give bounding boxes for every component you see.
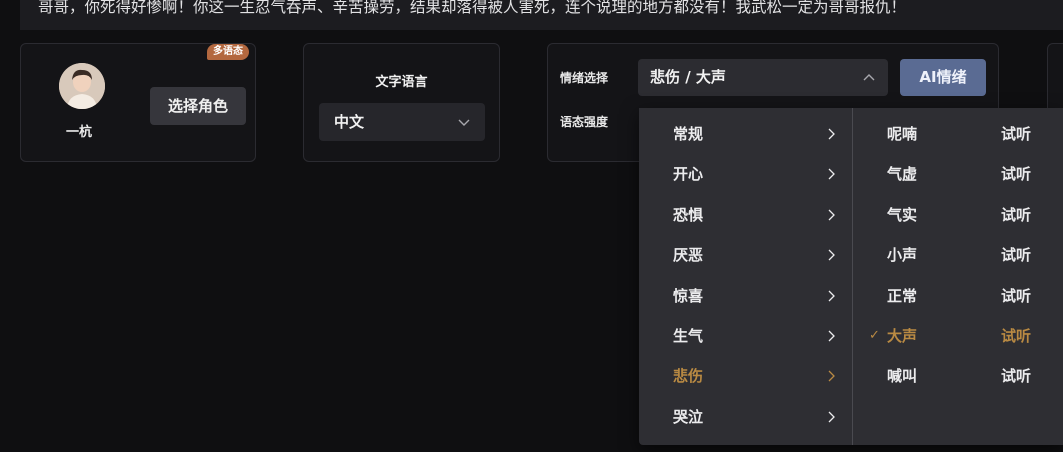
ai-emotion-button[interactable]: AI情绪 <box>900 59 986 96</box>
category-label: 恐惧 <box>673 205 704 224</box>
emotion-style-list: 呢喃 试听 气虚 试听 气实 试听 小声 试听 正常 试听 ✓ 大声 试听 喊叫 试听 <box>853 114 1063 397</box>
preview-button[interactable]: 试听 <box>1001 195 1031 235</box>
avatar-image <box>59 63 105 109</box>
chevron-up-icon <box>863 74 875 81</box>
language-card: 文字语言 中文 <box>303 43 500 162</box>
chevron-right-icon <box>828 330 835 342</box>
preview-button[interactable]: 试听 <box>1001 276 1031 316</box>
style-label: 气虚 <box>887 165 918 184</box>
language-title: 文字语言 <box>375 75 428 90</box>
role-card: 一杭 多语态 选择角色 <box>20 43 256 162</box>
select-role-button[interactable]: 选择角色 <box>150 87 246 125</box>
category-label: 哭泣 <box>673 407 704 426</box>
preview-button[interactable]: 试听 <box>1001 356 1031 396</box>
category-item[interactable]: 厌恶 <box>639 235 852 275</box>
category-label: 开心 <box>673 165 704 184</box>
avatar[interactable] <box>59 63 105 109</box>
chevron-right-icon <box>828 370 835 382</box>
style-label: 喊叫 <box>887 367 918 386</box>
category-label: 生气 <box>673 326 704 345</box>
language-value: 中文 <box>334 113 365 131</box>
preview-button[interactable]: 试听 <box>1001 235 1031 275</box>
category-item[interactable]: 开心 <box>639 154 852 194</box>
style-item[interactable]: 正常 试听 <box>853 276 1063 316</box>
preview-button[interactable]: 试听 <box>1001 316 1031 356</box>
intensity-label: 语态强度 <box>560 115 609 129</box>
emotion-select-label: 情绪选择 <box>560 71 609 85</box>
style-item[interactable]: 气虚 试听 <box>853 154 1063 194</box>
chevron-right-icon <box>828 209 835 221</box>
style-label: 呢喃 <box>887 125 918 143</box>
emotion-select[interactable]: 悲伤 / 大声 <box>638 59 888 96</box>
preview-button[interactable]: 试听 <box>1001 114 1031 154</box>
style-item[interactable]: 气实 试听 <box>853 195 1063 235</box>
category-item[interactable]: 悲伤 <box>639 356 852 396</box>
chevron-right-icon <box>828 128 835 140</box>
style-label: 大声 <box>887 326 918 345</box>
category-item[interactable]: 生气 <box>639 316 852 356</box>
check-icon: ✓ <box>869 327 880 343</box>
role-name: 一杭 <box>66 125 93 140</box>
style-item[interactable]: 呢喃 试听 <box>853 114 1063 154</box>
style-item[interactable]: 小声 试听 <box>853 235 1063 275</box>
style-item[interactable]: 喊叫 试听 <box>853 356 1063 396</box>
language-select[interactable]: 中文 <box>319 103 485 141</box>
category-item[interactable]: 常规 <box>639 114 852 154</box>
category-item[interactable]: 恐惧 <box>639 195 852 235</box>
chevron-down-icon <box>458 119 470 126</box>
preview-button[interactable]: 试听 <box>1001 154 1031 194</box>
chevron-right-icon <box>828 411 835 423</box>
category-label: 厌恶 <box>673 246 704 265</box>
category-item[interactable]: 哭泣 <box>639 397 852 437</box>
emotion-category-list: 常规 开心 恐惧 厌恶 惊喜 生气 悲伤 哭泣 <box>639 114 852 437</box>
style-item[interactable]: ✓ 大声 试听 <box>853 316 1063 356</box>
category-label: 惊喜 <box>673 286 704 305</box>
category-label: 常规 <box>673 125 704 143</box>
category-item[interactable]: 惊喜 <box>639 276 852 316</box>
emotion-cascader: 常规 开心 恐惧 厌恶 惊喜 生气 悲伤 哭泣 呢喃 试听 气虚 试听 气实 试听 小… <box>639 108 1063 445</box>
category-label: 悲伤 <box>673 367 704 386</box>
chevron-right-icon <box>828 290 835 302</box>
style-label: 气实 <box>887 205 918 224</box>
voice-editor: 哥哥，你死得好惨啊！你这一生忍气吞声、辛苦操劳，结果却落得被人害死，连个说理的地… <box>0 0 1063 452</box>
chevron-right-icon <box>828 249 835 261</box>
script-text[interactable]: 哥哥，你死得好惨啊！你这一生忍气吞声、辛苦操劳，结果却落得被人害死，连个说理的地… <box>20 0 1063 30</box>
multi-voice-badge: 多语态 <box>207 44 249 60</box>
style-label: 小声 <box>887 246 918 265</box>
style-label: 正常 <box>887 286 918 305</box>
emotion-value: 悲伤 / 大声 <box>650 68 726 86</box>
chevron-right-icon <box>828 168 835 180</box>
